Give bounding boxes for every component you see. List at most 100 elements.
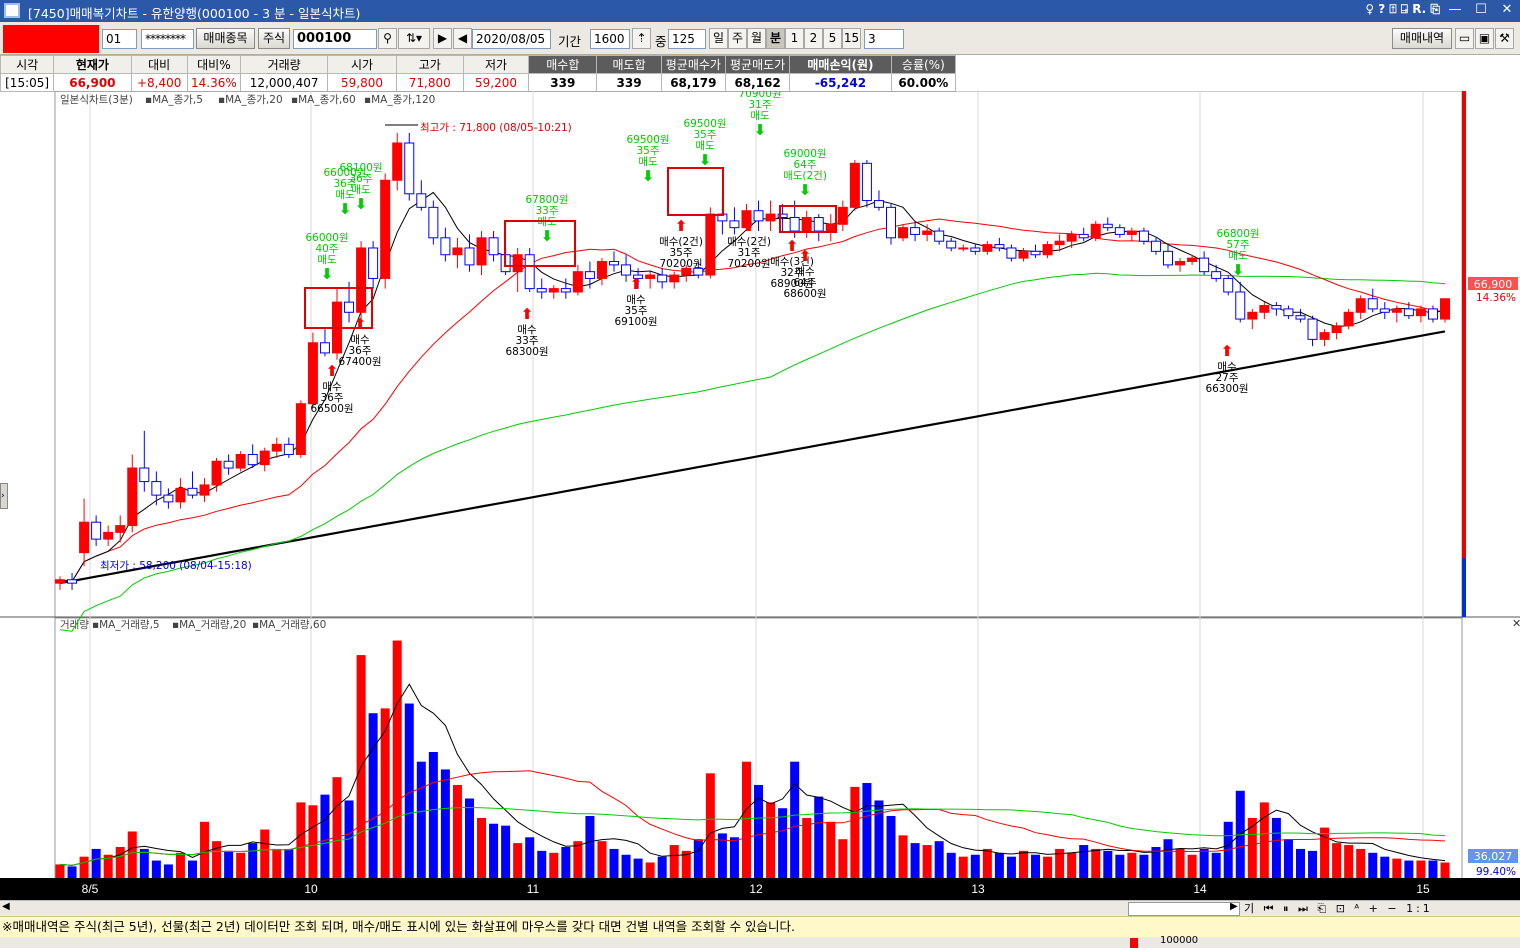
candlestick-chart[interactable]: 8/5 10 11 12 13 14 15 일본식차트(3분) ▪MA_종가,5 ▪MA_종가,2… (0, 88, 1520, 902)
overlap-input[interactable]: 125 (668, 29, 706, 49)
horizontal-scrollbar[interactable]: ◀ ▶ 기 ⏮ ⏸ ⏭ ⎗ ⊡ ᴬ + − 1:1 (0, 900, 1520, 916)
buy-arrow-icon: ⬆ (743, 217, 756, 235)
stock-code-input[interactable]: 000100 (293, 29, 377, 49)
volume-bar (1416, 860, 1426, 878)
minute-1-button[interactable]: 1 (785, 28, 804, 49)
candle-body (934, 230, 945, 242)
status-bar: ※매매내역은 주식(최근 5년), 선물(최근 2년) 데이터만 조회 되며, … (0, 916, 1520, 937)
buy-price-label: 70200원 (659, 258, 702, 270)
buy-price-label: 66500원 (310, 403, 353, 415)
period-minute-button[interactable]: 분 (766, 28, 785, 49)
search-icon[interactable]: ⚲ (378, 28, 397, 49)
trade-items-button[interactable]: 매매종목 (196, 28, 255, 49)
volume-bar (272, 848, 282, 878)
candle-body (1066, 233, 1077, 242)
date-picker[interactable]: 2020/08/05 (472, 29, 551, 49)
volume-bar (1163, 839, 1173, 878)
volume-bar (657, 856, 667, 878)
trade-history-button[interactable]: 매매내역 (1392, 28, 1452, 49)
volume-bar (693, 839, 703, 878)
volume-bar (898, 835, 908, 878)
minute-2-button[interactable]: 2 (804, 28, 823, 49)
volume-bar (79, 856, 89, 878)
account-suffix-select[interactable]: 01 (102, 29, 137, 49)
header-buy-total: 매수합 (528, 55, 598, 74)
period-month-button[interactable]: 월 (747, 28, 766, 49)
minute-15-button[interactable]: 15 (842, 28, 861, 49)
candle-body (1054, 240, 1065, 246)
maximize-button[interactable]: ☐ (1468, 0, 1494, 22)
value-time: [15:05] (0, 73, 55, 92)
close-button[interactable]: ✕ (1494, 0, 1520, 22)
period-label: 기간 (558, 34, 582, 49)
scroll-thumb[interactable] (1128, 902, 1240, 916)
period-week-button[interactable]: 주 (728, 28, 747, 49)
candle-body (837, 206, 848, 225)
candle-body (1367, 298, 1378, 310)
chart-control-icons[interactable]: 기 ⏮ ⏸ ⏭ ⎗ ⊡ ᴬ + − 1:1 (1244, 901, 1433, 916)
value-low: 59,200 (462, 73, 530, 92)
password-field[interactable]: ******** (141, 29, 194, 49)
candle-body (669, 274, 680, 283)
volume-bar (958, 856, 968, 878)
sell-arrow-icon: ⬇ (754, 121, 767, 139)
chart-area[interactable]: 8/5 10 11 12 13 14 15 일본식차트(3분) ▪MA_종가,5 ▪MA_종가,2… (0, 88, 1520, 902)
scroll-right-icon[interactable]: ▶ (1230, 901, 1238, 912)
volume-legend-item: ▪MA_거래량,5 (92, 619, 160, 631)
play-icon[interactable]: ▶ (433, 28, 452, 49)
price-legend-item: ▪MA_종가,20 (218, 94, 283, 106)
x-tick-label: 14 (1193, 882, 1207, 896)
back-icon[interactable]: ◀ (453, 28, 472, 49)
volume-bar (320, 794, 330, 878)
volume-bar (1332, 843, 1342, 878)
volume-bar (1139, 854, 1149, 878)
header-avg-buy: 평균매수가 (660, 55, 726, 74)
candle-body (1415, 308, 1426, 317)
x-tick-label: 11 (527, 882, 540, 896)
minute-5-button[interactable]: 5 (823, 28, 842, 49)
candle-body (572, 271, 583, 293)
candle-body (524, 254, 535, 290)
candle-body (753, 210, 764, 222)
candle-body (560, 288, 571, 293)
volume-bar (1404, 860, 1414, 878)
market-type-button[interactable]: 주식 (258, 28, 290, 49)
volume-bar (127, 831, 137, 878)
folder-icon[interactable]: ▭ (1455, 28, 1474, 49)
price-side-bar-blue (1462, 558, 1466, 617)
candle-body (1030, 250, 1041, 256)
title-toolbar-icons[interactable]: ♀ ? ⍐ ⍈ R. ⎘ (1365, 2, 1440, 17)
sort-icon[interactable]: ⇅▾ (398, 28, 430, 49)
header-low: 저가 (462, 55, 530, 74)
value-change: +8,400 (130, 73, 188, 92)
candle-body (175, 487, 186, 503)
volume-bar (248, 843, 258, 878)
candle-body (259, 450, 270, 466)
candle-body (765, 213, 776, 222)
candle-body (380, 179, 391, 279)
candle-body (1090, 223, 1101, 239)
candle-body (356, 247, 367, 313)
period-stepper-icon[interactable]: ⇡ (632, 28, 651, 49)
volume-bar (934, 841, 944, 878)
volume-bar (368, 713, 378, 878)
volume-bar (1103, 850, 1113, 878)
candle-body (1295, 315, 1306, 320)
volume-bar (994, 852, 1004, 878)
bottom-strip: 100000 (0, 935, 1520, 948)
app-icon (4, 3, 20, 18)
minimize-button[interactable]: — (1442, 0, 1468, 22)
price-legend-item: ▪MA_종가,5 (145, 94, 203, 106)
value-change-pct: 14.36% (186, 73, 241, 92)
wrench-icon[interactable]: ⚒ (1495, 28, 1514, 49)
candle-body (536, 288, 547, 293)
minute-select[interactable]: 3 (864, 29, 904, 49)
scroll-left-icon[interactable]: ◀ (2, 901, 10, 912)
volume-bar (416, 761, 426, 878)
period-day-button[interactable]: 일 (709, 28, 728, 49)
candle-body (271, 443, 282, 452)
period-input[interactable]: 1600 (590, 29, 630, 49)
save-icon[interactable]: ▣ (1475, 28, 1494, 49)
sell-arrow-icon: ⬇ (541, 227, 554, 245)
volume-bar (778, 808, 788, 878)
